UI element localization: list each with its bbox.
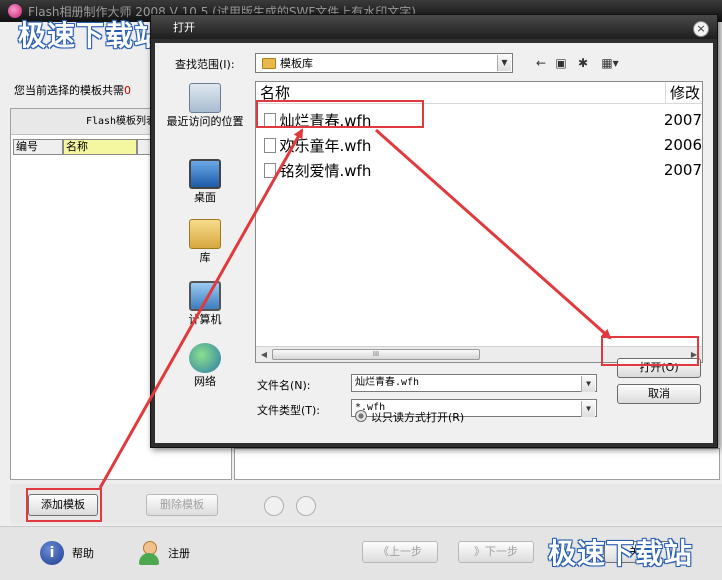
cancel-button[interactable]: 取消 bbox=[617, 384, 701, 404]
template-count-value: 0 bbox=[124, 84, 131, 97]
place-recent-label: 最近访问的位置 bbox=[166, 115, 244, 128]
place-desktop[interactable]: 桌面 bbox=[163, 159, 247, 204]
column-modified[interactable]: 修改 bbox=[666, 82, 702, 104]
filename-input[interactable]: 灿烂青春.wfh ▼ bbox=[351, 374, 597, 392]
filename-label: 文件名(N): bbox=[257, 379, 311, 392]
readonly-radio[interactable] bbox=[355, 410, 367, 422]
place-library-label: 库 bbox=[199, 251, 211, 264]
watermark-top: 极速下载站 bbox=[18, 19, 164, 52]
stop-button[interactable] bbox=[296, 496, 316, 516]
help-label: 帮助 bbox=[72, 547, 94, 560]
look-in-value: 模板库 bbox=[280, 57, 313, 70]
highlight-open-button bbox=[601, 336, 699, 366]
template-button-row bbox=[10, 484, 722, 524]
place-desktop-label: 桌面 bbox=[194, 191, 216, 204]
desktop-icon bbox=[189, 159, 221, 189]
play-button[interactable] bbox=[264, 496, 284, 516]
recent-places-icon bbox=[189, 83, 221, 113]
user-icon bbox=[138, 541, 160, 565]
preview-panel bbox=[234, 448, 720, 480]
watermark-bottom: 极速下载站 bbox=[548, 537, 694, 570]
register-button[interactable]: 注册 bbox=[138, 540, 190, 566]
view-menu-icon[interactable]: ▦▾ bbox=[597, 56, 623, 70]
new-folder-icon[interactable]: ✱ bbox=[575, 56, 591, 70]
register-label: 注册 bbox=[168, 547, 190, 560]
computer-icon bbox=[189, 281, 221, 311]
place-library[interactable]: 库 bbox=[163, 219, 247, 264]
network-icon bbox=[189, 343, 221, 373]
file-row[interactable]: 欢乐童年.wfh 2006 bbox=[258, 133, 702, 157]
template-count-label: 您当前选择的模板共需 bbox=[14, 84, 124, 97]
filetype-label: 文件类型(T): bbox=[257, 404, 321, 417]
back-arrow-icon[interactable]: ← bbox=[533, 56, 549, 70]
delete-template-button[interactable]: 删除模板 bbox=[146, 494, 218, 516]
file-icon bbox=[264, 162, 276, 178]
place-recent[interactable]: 最近访问的位置 bbox=[163, 83, 247, 128]
open-file-dialog: 打开 × 查找范围(I): 模板库 ▼ ← ▣ ✱ ▦▾ 最近访问的位置 桌面 … bbox=[150, 14, 718, 448]
dialog-body: 查找范围(I): 模板库 ▼ ← ▣ ✱ ▦▾ 最近访问的位置 桌面 库 计算机… bbox=[155, 43, 713, 443]
file-name: 铭刻爱情.wfh bbox=[279, 161, 372, 180]
highlight-add-template bbox=[26, 488, 102, 522]
file-row[interactable]: 铭刻爱情.wfh 2007 bbox=[258, 158, 702, 182]
up-folder-icon[interactable]: ▣ bbox=[553, 56, 569, 70]
place-network-label: 网络 bbox=[194, 375, 216, 388]
file-icon bbox=[264, 137, 276, 153]
dialog-title: 打开 bbox=[173, 21, 195, 34]
scrollbar-thumb[interactable]: III bbox=[272, 349, 480, 360]
place-network[interactable]: 网络 bbox=[163, 343, 247, 388]
dialog-titlebar: 打开 × bbox=[151, 15, 717, 39]
column-number[interactable]: 编号 bbox=[13, 139, 63, 155]
look-in-combo[interactable]: 模板库 ▼ bbox=[255, 53, 513, 73]
scroll-left-icon[interactable]: ◀ bbox=[258, 349, 270, 361]
help-button[interactable]: i 帮助 bbox=[40, 540, 94, 566]
next-step-button[interactable]: 》下一步 bbox=[458, 541, 534, 563]
dialog-close-icon[interactable]: × bbox=[693, 21, 709, 37]
look-in-label: 查找范围(I): bbox=[175, 58, 235, 71]
library-icon bbox=[189, 219, 221, 249]
filename-value: 灿烂青春.wfh bbox=[355, 377, 420, 388]
place-computer-label: 计算机 bbox=[188, 313, 222, 326]
file-name: 欢乐童年.wfh bbox=[279, 136, 372, 155]
chevron-down-icon[interactable]: ▼ bbox=[497, 55, 511, 71]
place-computer[interactable]: 计算机 bbox=[163, 281, 247, 326]
prev-step-button[interactable]: 《上一步 bbox=[362, 541, 438, 563]
file-date: 2007 bbox=[663, 111, 702, 129]
folder-icon bbox=[262, 57, 276, 69]
help-icon: i bbox=[40, 541, 64, 565]
readonly-label: 以只读方式打开(R) bbox=[371, 411, 465, 424]
file-date: 2006 bbox=[663, 136, 702, 154]
chevron-down-icon[interactable]: ▼ bbox=[581, 401, 595, 417]
file-date: 2007 bbox=[663, 161, 702, 179]
places-bar: 最近访问的位置 桌面 库 计算机 网络 bbox=[163, 83, 247, 403]
column-name[interactable]: 名称 bbox=[63, 139, 137, 155]
template-count: 您当前选择的模板共需0 bbox=[14, 82, 131, 98]
highlight-file bbox=[256, 100, 424, 128]
chevron-down-icon[interactable]: ▼ bbox=[581, 376, 595, 392]
